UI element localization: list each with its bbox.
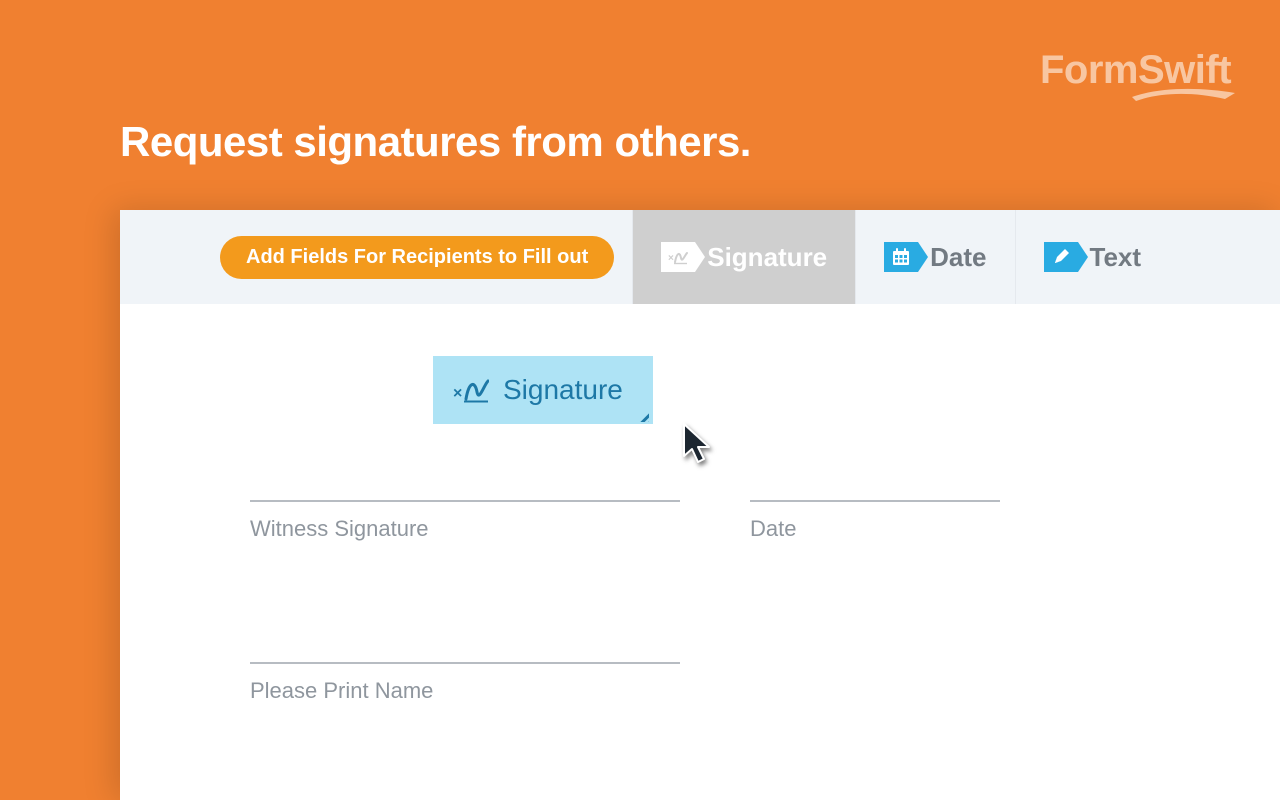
signature-line — [750, 500, 1000, 502]
witness-signature-field[interactable]: Witness Signature — [250, 500, 680, 542]
print-name-field[interactable]: Please Print Name — [250, 662, 680, 704]
tool-signature-label: Signature — [707, 242, 827, 273]
signature-line — [250, 500, 680, 502]
document-canvas[interactable]: × Signature Witness Signature Date — [120, 304, 1280, 764]
app-window: Add Fields For Recipients to Fill out × … — [120, 210, 1280, 800]
field-row: Please Print Name — [250, 662, 1150, 704]
brand-name: FormSwift — [1040, 48, 1231, 92]
dragged-field-label: Signature — [503, 374, 623, 406]
tool-text[interactable]: Text — [1015, 210, 1170, 304]
page-headline: Request signatures from others. — [120, 118, 751, 166]
resize-handle-icon[interactable] — [625, 404, 649, 422]
tool-date[interactable]: Date — [855, 210, 1014, 304]
brand-logo: FormSwift — [1040, 48, 1240, 103]
signature-icon: × — [453, 376, 489, 404]
pencil-icon — [1044, 242, 1078, 272]
tool-signature[interactable]: × Signature — [632, 210, 855, 304]
signature-line — [250, 662, 680, 664]
signature-icon: × — [661, 242, 695, 272]
date-label: Date — [750, 516, 1000, 542]
dragged-signature-field[interactable]: × Signature — [433, 356, 653, 424]
fields-toolbar: Add Fields For Recipients to Fill out × … — [120, 210, 1280, 304]
svg-text:×: × — [668, 253, 674, 264]
witness-signature-label: Witness Signature — [250, 516, 680, 542]
tool-date-label: Date — [930, 242, 986, 273]
calendar-icon — [884, 242, 918, 272]
svg-text:×: × — [453, 385, 462, 402]
toolbar-pill-label: Add Fields For Recipients to Fill out — [220, 236, 614, 279]
print-name-label: Please Print Name — [250, 678, 680, 704]
date-field[interactable]: Date — [750, 500, 1000, 542]
field-row: Witness Signature Date — [250, 500, 1150, 542]
tool-text-label: Text — [1090, 242, 1142, 273]
cursor-icon — [680, 422, 716, 466]
